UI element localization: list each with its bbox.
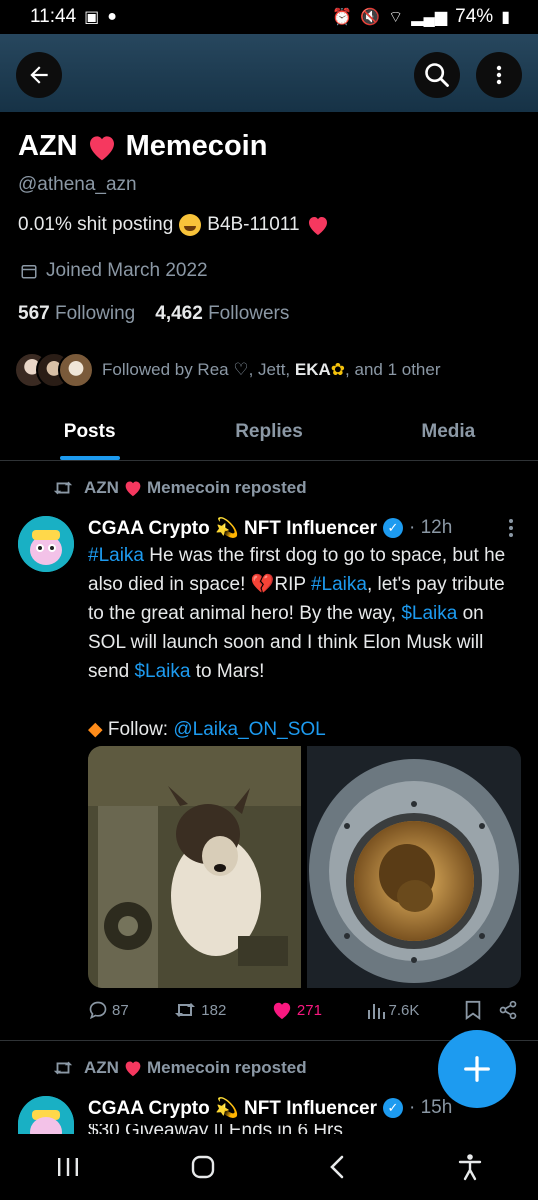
follow-stats: 567 Following 4,462 Followers <box>18 303 289 325</box>
battery-level: 74% <box>455 6 494 27</box>
tweet-body-preview: $30 Giveaway || Ends in 6 Hrs <box>88 1124 518 1134</box>
repost-button[interactable]: 182 <box>173 1000 226 1020</box>
recent-apps-icon[interactable] <box>55 1156 81 1178</box>
vertical-dots-icon <box>496 65 502 85</box>
tab-media[interactable]: Media <box>359 404 538 460</box>
comment-icon <box>89 1001 107 1020</box>
profile-handle: @athena_azn <box>18 174 137 195</box>
sweat-smile-emoji-icon <box>179 214 202 236</box>
home-icon[interactable] <box>190 1154 216 1180</box>
tab-posts[interactable]: Posts <box>0 404 179 460</box>
compose-button[interactable] <box>438 1030 516 1108</box>
wifi-icon: ⌔ <box>388 9 404 26</box>
arrow-left-icon <box>30 66 48 84</box>
join-date: Joined March 2022 <box>20 260 208 282</box>
heart-emoji-icon <box>89 135 114 160</box>
tweet-image[interactable] <box>307 746 521 988</box>
author-name[interactable]: CGAA Crypto 💫 NFT Influencer <box>88 516 377 540</box>
gallery-icon: ▣ <box>84 9 100 26</box>
tweet-time: · 12h <box>409 517 453 538</box>
battery-icon: ▮ <box>501 9 510 26</box>
hashtag-link[interactable]: #Laika <box>311 574 367 595</box>
cashtag-link[interactable]: $Laika <box>401 603 457 624</box>
search-icon <box>425 63 449 87</box>
following-link[interactable]: 567 Following <box>18 303 135 325</box>
back-nav-icon[interactable] <box>326 1154 348 1180</box>
heart-emoji-icon <box>125 1061 141 1077</box>
tweet-actions: 87 182 271 7.6K <box>88 1000 518 1020</box>
vertical-dots-icon <box>509 519 513 537</box>
repost-indicator: AZN Memecoin reposted <box>52 1058 307 1078</box>
repost-icon <box>53 481 73 495</box>
tweet-body: #Laika He was the first dog to go to spa… <box>88 545 506 740</box>
heart-icon <box>273 1002 291 1020</box>
followed-by-text: Followed by Rea ♡, Jett, EKA✿, and 1 oth… <box>102 360 441 379</box>
tweet-more-button[interactable] <box>508 518 514 543</box>
more-options-button[interactable] <box>476 52 522 98</box>
author-name[interactable]: CGAA Crypto 💫 NFT Influencer <box>88 1096 377 1120</box>
followed-by[interactable]: Followed by Rea ♡, Jett, EKA✿, and 1 oth… <box>14 352 441 388</box>
broken-heart-emoji-icon: 💔 <box>250 574 275 595</box>
calendar-icon <box>21 265 37 279</box>
signal-icon: ▂▄▆ <box>411 9 448 26</box>
tweet-time: · 15h <box>409 1097 453 1118</box>
tweet-header: CGAA Crypto 💫 NFT Influencer ✓ · 12h <box>88 516 518 540</box>
like-button[interactable]: 271 <box>271 1000 322 1020</box>
repost-icon <box>175 1003 196 1017</box>
reply-button[interactable]: 87 <box>88 1000 129 1020</box>
tab-replies[interactable]: Replies <box>179 404 358 460</box>
verified-badge-icon: ✓ <box>383 518 403 538</box>
tweet-image[interactable] <box>88 746 301 988</box>
author-avatar[interactable] <box>18 516 74 572</box>
verified-badge-icon: ✓ <box>383 1098 403 1118</box>
diamond-icon: ◆ <box>88 719 103 740</box>
cashtag-link[interactable]: $Laika <box>134 661 190 682</box>
alarm-icon: ⏰ <box>332 9 353 26</box>
views-button[interactable]: 7.6K <box>367 1000 419 1020</box>
bookmark-share-group <box>464 1000 518 1020</box>
followers-link[interactable]: 4,462 Followers <box>155 303 289 325</box>
search-button[interactable] <box>414 52 460 98</box>
profile-bio: 0.01% shit posting B4B-11011 <box>18 214 330 236</box>
mention-link[interactable]: @Laika_ON_SOL <box>173 719 325 740</box>
bookmark-icon[interactable] <box>464 1000 482 1020</box>
mute-icon: 🔇 <box>360 9 381 26</box>
share-icon[interactable] <box>498 1000 518 1020</box>
profile-tabs: Posts Replies Media <box>0 404 538 461</box>
profile-name: AZN Memecoin <box>18 130 268 162</box>
hashtag-link[interactable]: #Laika <box>88 545 144 566</box>
repost-indicator: AZN Memecoin reposted <box>52 478 307 498</box>
dizzy-emoji-icon: 💫 <box>215 518 239 539</box>
system-nav-bar <box>0 1134 538 1200</box>
clock: 11:44 <box>30 6 77 27</box>
bar-chart-icon <box>367 1004 385 1019</box>
accessibility-icon[interactable] <box>457 1153 483 1181</box>
chat-icon: ● <box>107 8 117 25</box>
author-avatar[interactable] <box>18 1096 74 1134</box>
status-bar: 11:44 ▣ ● ⏰ 🔇 ⌔ ▂▄▆ 74% ▮ <box>0 0 538 34</box>
back-button[interactable] <box>16 52 62 98</box>
avatar <box>58 352 94 388</box>
heart-emoji-icon <box>125 481 141 497</box>
repost-icon <box>53 1061 73 1075</box>
profile-banner <box>0 34 538 112</box>
heart-emoji-icon <box>308 217 327 235</box>
plus-icon <box>464 1056 490 1082</box>
dizzy-emoji-icon: 💫 <box>215 1098 239 1119</box>
sunflower-emoji-icon: ✿ <box>330 360 346 379</box>
